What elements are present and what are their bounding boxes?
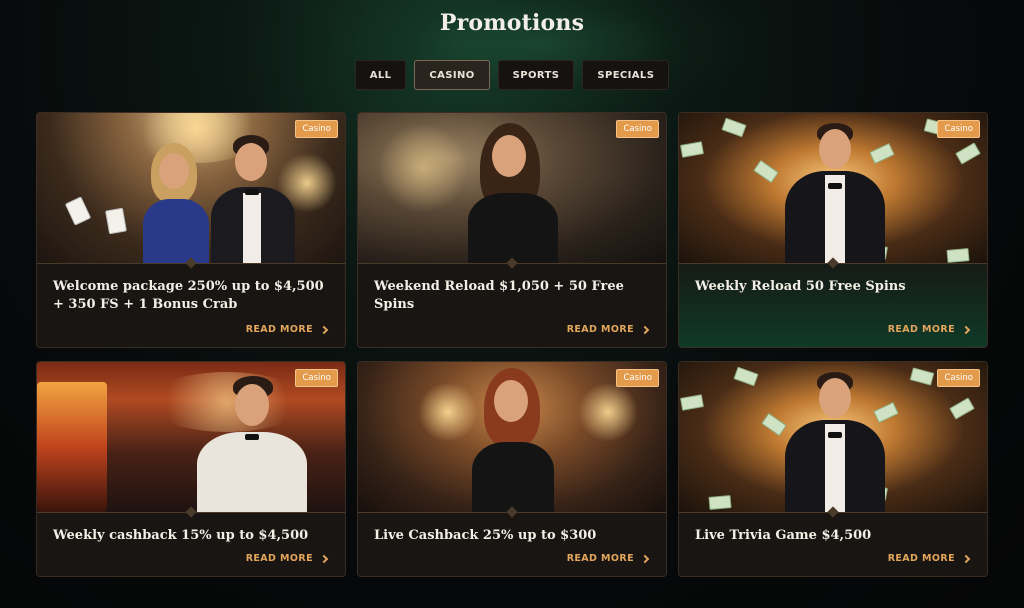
chevron-right-icon (319, 554, 329, 563)
read-more-label: READ MORE (566, 324, 634, 335)
chevron-right-icon (640, 554, 650, 563)
category-badge: Casino (295, 120, 338, 138)
promo-title: Weekend Reload $1,050 + 50 Free Spins (374, 279, 624, 312)
category-badge: Casino (937, 369, 980, 387)
read-more-link[interactable]: READ MORE (245, 324, 329, 335)
promo-image-man-money: Casino (679, 113, 987, 263)
promo-card-weekly-reload[interactable]: Casino Weekly Reload 50 Free Spins READ … (678, 112, 988, 348)
promotions-grid: Casino Welcome package 250% up to $4,500… (36, 112, 988, 577)
read-more-label: READ MORE (887, 553, 955, 564)
category-badge: Casino (295, 369, 338, 387)
promo-title: Live Cashback 25% up to $300 (374, 528, 597, 543)
promo-card-body: Welcome package 250% up to $4,500 + 350 … (37, 263, 345, 347)
chevron-right-icon (319, 325, 329, 334)
read-more-label: READ MORE (245, 324, 313, 335)
promo-title: Welcome package 250% up to $4,500 + 350 … (53, 279, 324, 312)
promo-image-couple-casino: Casino (37, 113, 345, 263)
read-more-label: READ MORE (887, 324, 955, 335)
promo-card-welcome-package[interactable]: Casino Welcome package 250% up to $4,500… (36, 112, 346, 348)
category-badge: Casino (616, 369, 659, 387)
read-more-link[interactable]: READ MORE (566, 324, 650, 335)
chevron-right-icon (961, 554, 971, 563)
promotion-filter-tabs: ALL CASINO SPORTS SPECIALS (0, 60, 1024, 90)
promo-card-live-trivia[interactable]: Casino Live Trivia Game $4,500 READ MORE (678, 361, 988, 577)
promo-title: Live Trivia Game $4,500 (695, 528, 872, 543)
promo-image-man-money: Casino (679, 362, 987, 512)
promo-image-woman-casino: Casino (358, 113, 666, 263)
promo-image-man-slot-machine: Casino (37, 362, 345, 512)
chevron-right-icon (961, 325, 971, 334)
promo-card-body: Weekly cashback 15% up to $4,500 READ MO… (37, 512, 345, 576)
page-title: Promotions (439, 10, 585, 36)
tab-all[interactable]: ALL (354, 60, 407, 90)
tab-specials[interactable]: SPECIALS (582, 60, 670, 90)
read-more-label: READ MORE (566, 553, 634, 564)
chevron-right-icon (640, 325, 650, 334)
read-more-link[interactable]: READ MORE (887, 553, 971, 564)
read-more-label: READ MORE (245, 553, 313, 564)
category-badge: Casino (616, 120, 659, 138)
promo-title: Weekly Reload 50 Free Spins (695, 279, 906, 294)
tab-casino[interactable]: CASINO (414, 60, 490, 90)
promo-card-weekly-cashback[interactable]: Casino Weekly cashback 15% up to $4,500 … (36, 361, 346, 577)
tab-sports[interactable]: SPORTS (497, 60, 575, 90)
read-more-link[interactable]: READ MORE (887, 324, 971, 335)
promo-title: Weekly cashback 15% up to $4,500 (53, 528, 309, 543)
promo-card-body: Weekly Reload 50 Free Spins READ MORE (679, 263, 987, 347)
promo-image-woman-live-casino: Casino (358, 362, 666, 512)
promo-card-weekend-reload[interactable]: Casino Weekend Reload $1,050 + 50 Free S… (357, 112, 667, 348)
read-more-link[interactable]: READ MORE (566, 553, 650, 564)
promo-card-body: Weekend Reload $1,050 + 50 Free Spins RE… (358, 263, 666, 347)
read-more-link[interactable]: READ MORE (245, 553, 329, 564)
promo-card-body: Live Trivia Game $4,500 READ MORE (679, 512, 987, 576)
category-badge: Casino (937, 120, 980, 138)
promo-card-live-cashback[interactable]: Casino Live Cashback 25% up to $300 READ… (357, 361, 667, 577)
promo-card-body: Live Cashback 25% up to $300 READ MORE (358, 512, 666, 576)
